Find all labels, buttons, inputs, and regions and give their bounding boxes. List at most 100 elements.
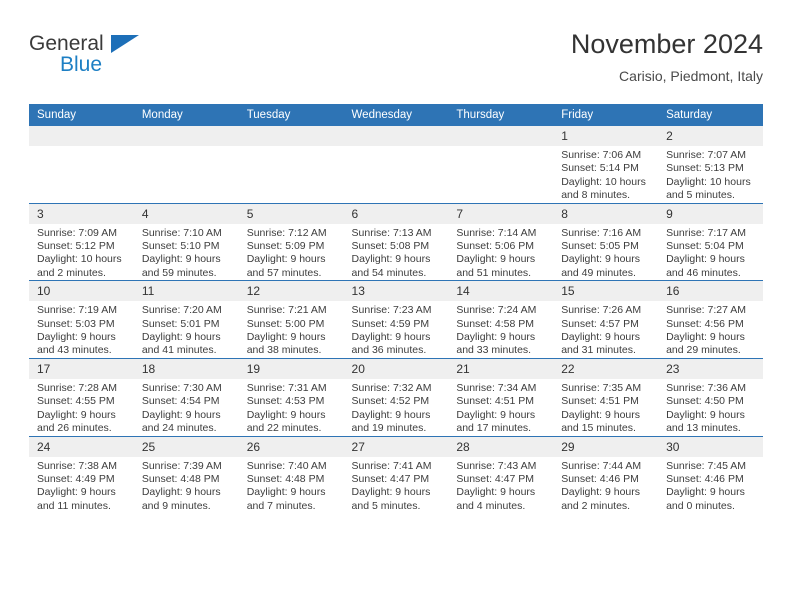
sunset-text: Sunset: 4:55 PM — [37, 395, 115, 408]
daylight-text: Daylight: 10 hours and 5 minutes. — [666, 175, 751, 202]
sunrise-text: Sunrise: 7:12 AM — [246, 226, 327, 239]
day-details: Sunrise: 7:36 AM Sunset: 4:50 PM Daylight:… — [658, 379, 763, 436]
calendar-day-cell[interactable]: 16 Sunrise: 7:27 AM Sunset: 4:56 PM Dayligh… — [658, 280, 763, 359]
weekday-header-wednesday: Wednesday — [343, 104, 449, 126]
daylight-text: Daylight: 9 hours and 26 minutes. — [37, 408, 116, 435]
calendar-day-cell[interactable]: 6 Sunrise: 7:13 AM Sunset: 5:08 PM Daylight… — [343, 202, 449, 281]
day-details: Sunrise: 7:26 AM Sunset: 4:57 PM Daylight:… — [553, 301, 658, 358]
sunrise-text: Sunrise: 7:43 AM — [456, 459, 537, 472]
daylight-text: Daylight: 9 hours and 17 minutes. — [456, 408, 536, 435]
daylight-text: Daylight: 9 hours and 2 minutes. — [561, 486, 641, 512]
daylight-text: Daylight: 9 hours and 29 minutes. — [666, 331, 745, 357]
day-number: 29 — [553, 436, 659, 457]
calendar-day-cell[interactable]: 11 Sunrise: 7:20 AM Sunset: 5:01 PM Dayligh… — [133, 280, 239, 359]
day-details: Sunrise: 7:30 AM Sunset: 4:54 PM Daylight:… — [134, 379, 239, 436]
sunset-text: Sunset: 4:54 PM — [141, 395, 220, 408]
weekday-header-thursday: Thursday — [448, 104, 554, 126]
day-details: Sunrise: 7:21 AM Sunset: 5:00 PM Daylight:… — [239, 301, 344, 358]
day-number: 25 — [133, 436, 239, 457]
calendar-day-cell[interactable]: 25 Sunrise: 7:39 AM Sunset: 4:48 PM Dayligh… — [133, 435, 239, 514]
calendar-day-cell[interactable]: 26 Sunrise: 7:40 AM Sunset: 4:48 PM Dayligh… — [238, 435, 344, 514]
calendar-day-cell[interactable]: 2 Sunrise: 7:07 AM Sunset: 5:13 PM Daylight… — [658, 126, 763, 204]
sunrise-text: Sunrise: 7:28 AM — [37, 381, 117, 394]
sunset-text: Sunset: 4:46 PM — [666, 472, 744, 485]
day-number: 19 — [238, 358, 344, 379]
daylight-text: Daylight: 9 hours and 13 minutes. — [666, 408, 745, 435]
calendar-day-cell[interactable]: 27 Sunrise: 7:41 AM Sunset: 4:47 PM Dayligh… — [343, 435, 449, 514]
weekday-header-friday: Friday — [553, 104, 659, 126]
calendar-day-cell-empty — [29, 126, 134, 204]
calendar-day-cell[interactable]: 13 Sunrise: 7:23 AM Sunset: 4:59 PM Dayligh… — [343, 280, 449, 359]
day-details: Sunrise: 7:07 AM Sunset: 5:13 PM Daylight:… — [658, 146, 763, 203]
sunrise-text: Sunrise: 7:44 AM — [561, 459, 642, 472]
daylight-text: Daylight: 9 hours and 22 minutes. — [246, 408, 326, 435]
daylight-text: Daylight: 9 hours and 7 minutes. — [246, 486, 326, 512]
calendar-day-cell[interactable]: 28 Sunrise: 7:43 AM Sunset: 4:47 PM Dayligh… — [448, 435, 554, 514]
calendar-day-cell[interactable]: 10 Sunrise: 7:19 AM Sunset: 5:03 PM Dayligh… — [29, 280, 134, 359]
day-number — [133, 126, 239, 146]
day-number: 20 — [343, 358, 449, 379]
daylight-text: Daylight: 9 hours and 15 minutes. — [561, 408, 641, 435]
calendar-day-cell[interactable]: 5 Sunrise: 7:12 AM Sunset: 5:09 PM Daylight… — [238, 202, 344, 281]
day-number — [29, 126, 134, 146]
sunset-text: Sunset: 4:52 PM — [351, 395, 430, 408]
calendar-day-cell[interactable]: 24 Sunrise: 7:38 AM Sunset: 4:49 PM Dayligh… — [29, 435, 134, 514]
calendar-day-cell[interactable]: 4 Sunrise: 7:10 AM Sunset: 5:10 PM Daylight… — [133, 202, 239, 281]
sunset-text: Sunset: 4:49 PM — [37, 472, 115, 485]
calendar-day-cell[interactable]: 30 Sunrise: 7:45 AM Sunset: 4:46 PM Dayligh… — [658, 435, 763, 514]
daylight-text: Daylight: 9 hours and 33 minutes. — [456, 331, 536, 357]
day-details: Sunrise: 7:09 AM Sunset: 5:12 PM Daylight:… — [29, 224, 134, 281]
calendar-day-cell[interactable]: 14 Sunrise: 7:24 AM Sunset: 4:58 PM Dayligh… — [448, 280, 554, 359]
daylight-text: Daylight: 9 hours and 5 minutes. — [351, 486, 431, 512]
calendar-day-cell[interactable]: 19 Sunrise: 7:31 AM Sunset: 4:53 PM Dayligh… — [238, 357, 344, 436]
sunrise-text: Sunrise: 7:10 AM — [141, 226, 222, 239]
calendar-day-cell[interactable]: 1 Sunrise: 7:06 AM Sunset: 5:14 PM Daylight… — [553, 126, 659, 204]
calendar-day-cell[interactable]: 9 Sunrise: 7:17 AM Sunset: 5:04 PM Daylight… — [658, 202, 763, 281]
sunset-text: Sunset: 5:04 PM — [666, 240, 744, 253]
generalblue-logo[interactable]: General Blue — [29, 32, 159, 82]
daylight-text: Daylight: 9 hours and 54 minutes. — [351, 253, 431, 279]
calendar-day-cell[interactable]: 22 Sunrise: 7:35 AM Sunset: 4:51 PM Dayligh… — [553, 357, 659, 436]
weekday-header-saturday: Saturday — [658, 104, 763, 126]
day-number: 17 — [29, 358, 134, 379]
sunrise-text: Sunrise: 7:32 AM — [351, 381, 432, 394]
sunset-text: Sunset: 4:51 PM — [561, 395, 639, 408]
sunrise-text: Sunrise: 7:30 AM — [141, 381, 222, 394]
sunrise-text: Sunrise: 7:36 AM — [666, 381, 747, 394]
day-number: 11 — [133, 281, 239, 302]
calendar-table: Sunday Monday Tuesday Wednesday Thursday… — [29, 104, 763, 514]
calendar-day-cell[interactable]: 3 Sunrise: 7:09 AM Sunset: 5:12 PM Daylight… — [29, 202, 134, 281]
sunrise-text: Sunrise: 7:16 AM — [561, 226, 642, 239]
calendar-header-row: Sunday Monday Tuesday Wednesday Thursday… — [29, 104, 763, 126]
calendar-day-cell[interactable]: 15 Sunrise: 7:26 AM Sunset: 4:57 PM Dayligh… — [553, 280, 659, 359]
calendar-day-cell[interactable]: 23 Sunrise: 7:36 AM Sunset: 4:50 PM Dayligh… — [658, 357, 763, 436]
calendar-day-cell[interactable]: 8 Sunrise: 7:16 AM Sunset: 5:05 PM Daylight… — [553, 202, 659, 281]
day-details: Sunrise: 7:14 AM Sunset: 5:06 PM Daylight:… — [448, 224, 553, 281]
day-details: Sunrise: 7:20 AM Sunset: 5:01 PM Daylight:… — [134, 301, 239, 358]
sunrise-text: Sunrise: 7:21 AM — [246, 304, 327, 317]
calendar-day-cell[interactable]: 20 Sunrise: 7:32 AM Sunset: 4:52 PM Dayligh… — [343, 357, 449, 436]
calendar-day-cell[interactable]: 18 Sunrise: 7:30 AM Sunset: 4:54 PM Dayligh… — [133, 357, 239, 436]
calendar-day-cell[interactable]: 21 Sunrise: 7:34 AM Sunset: 4:51 PM Dayligh… — [448, 357, 554, 436]
weekday-header-monday: Monday — [133, 104, 239, 126]
sunrise-text: Sunrise: 7:23 AM — [351, 304, 432, 317]
calendar-week-row: 17 Sunrise: 7:28 AM Sunset: 4:55 PM Dayligh… — [29, 357, 763, 436]
weekday-header-sunday: Sunday — [29, 104, 134, 126]
day-number: 30 — [658, 436, 763, 457]
calendar-day-cell[interactable]: 7 Sunrise: 7:14 AM Sunset: 5:06 PM Daylight… — [448, 202, 554, 281]
sunset-text: Sunset: 5:03 PM — [37, 317, 115, 330]
day-number: 6 — [343, 203, 449, 224]
calendar-day-cell[interactable]: 17 Sunrise: 7:28 AM Sunset: 4:55 PM Dayligh… — [29, 357, 134, 436]
sunrise-text: Sunrise: 7:27 AM — [666, 304, 747, 317]
daylight-text: Daylight: 9 hours and 41 minutes. — [141, 331, 221, 357]
calendar-day-cell[interactable]: 12 Sunrise: 7:21 AM Sunset: 5:00 PM Dayligh… — [238, 280, 344, 359]
day-details: Sunrise: 7:45 AM Sunset: 4:46 PM Daylight:… — [658, 457, 763, 514]
daylight-text: Daylight: 9 hours and 9 minutes. — [141, 486, 221, 512]
sunrise-text: Sunrise: 7:39 AM — [141, 459, 222, 472]
sunset-text: Sunset: 5:13 PM — [666, 162, 744, 175]
day-details: Sunrise: 7:38 AM Sunset: 4:49 PM Daylight:… — [29, 457, 134, 514]
calendar-day-cell[interactable]: 29 Sunrise: 7:44 AM Sunset: 4:46 PM Dayligh… — [553, 435, 659, 514]
daylight-text: Daylight: 10 hours and 8 minutes. — [561, 175, 646, 202]
sunrise-text: Sunrise: 7:17 AM — [666, 226, 747, 239]
sunset-text: Sunset: 4:53 PM — [246, 395, 325, 408]
